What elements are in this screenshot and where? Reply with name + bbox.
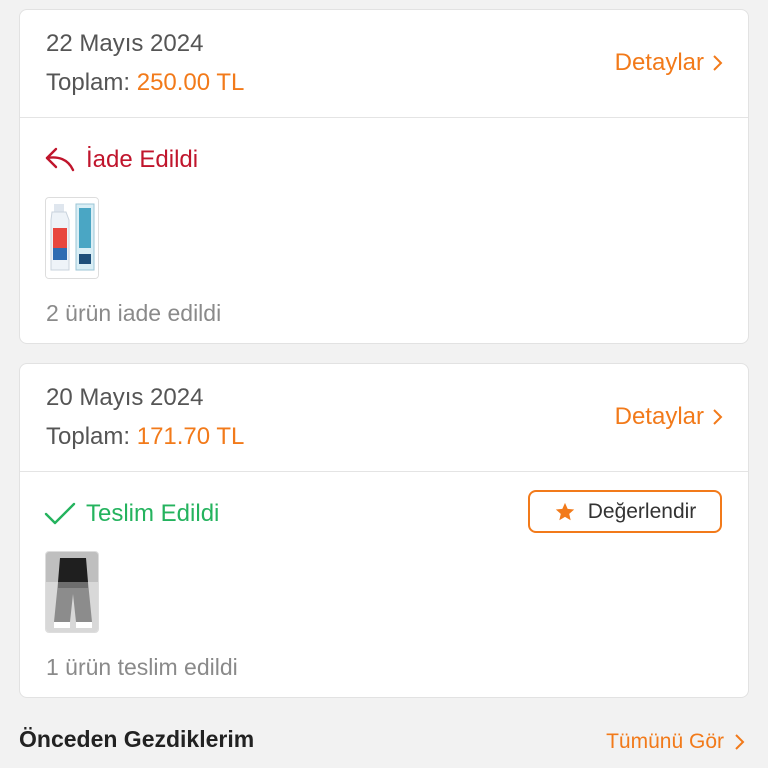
product-thumbnail[interactable]: [45, 551, 99, 633]
product-image: [46, 198, 98, 278]
order-header: 20 Mayıs 2024 Toplam: 171.70 TL Detaylar: [20, 364, 748, 472]
see-all-link[interactable]: Tümünü Gör: [606, 730, 746, 754]
checkmark-icon: [44, 502, 76, 525]
details-label: Detaylar: [614, 403, 704, 430]
order-total: Toplam: 250.00 TL: [46, 69, 244, 97]
section-title: Önceden Gezdiklerim: [19, 726, 255, 752]
order-total-label: Toplam:: [46, 423, 131, 450]
return-arrow-icon: [45, 147, 75, 172]
recently-viewed-header: Önceden Gezdiklerim Tümünü Gör: [0, 722, 768, 762]
product-image: [46, 552, 98, 632]
order-summary: 2 ürün iade edildi: [46, 300, 222, 326]
details-link[interactable]: Detaylar: [615, 49, 724, 77]
order-total-amount: 250.00 TL: [136, 69, 245, 96]
orders-page: 22 Mayıs 2024 Toplam: 250.00 TL Detaylar…: [0, 0, 768, 768]
order-date: 22 Mayıs 2024: [46, 30, 204, 57]
status-label: İade Edildi: [86, 146, 199, 173]
chevron-right-icon: [713, 55, 723, 71]
details-label: Detaylar: [614, 49, 704, 76]
order-total-amount: 171.70 TL: [136, 423, 245, 450]
order-date: 20 Mayıs 2024: [46, 384, 204, 411]
chevron-right-icon: [713, 409, 723, 425]
order-card: 22 Mayıs 2024 Toplam: 250.00 TL Detaylar…: [19, 9, 749, 344]
status-label: Teslim Edildi: [86, 500, 220, 527]
order-total-label: Toplam:: [46, 69, 131, 96]
product-thumbnail[interactable]: [45, 197, 99, 279]
see-all-label: Tümünü Gör: [606, 730, 724, 753]
star-icon: [555, 502, 574, 520]
order-summary: 1 ürün teslim edildi: [46, 654, 238, 680]
order-total: Toplam: 171.70 TL: [46, 423, 244, 451]
rate-label: Değerlendir: [587, 499, 697, 523]
order-status: İade Edildi: [44, 146, 198, 174]
rate-button[interactable]: Değerlendir: [528, 490, 722, 533]
order-status: Teslim Edildi: [44, 500, 219, 528]
chevron-right-icon: [735, 734, 745, 750]
details-link[interactable]: Detaylar: [615, 403, 724, 431]
order-header: 22 Mayıs 2024 Toplam: 250.00 TL Detaylar: [20, 10, 748, 118]
order-card: 20 Mayıs 2024 Toplam: 171.70 TL Detaylar…: [19, 363, 749, 698]
